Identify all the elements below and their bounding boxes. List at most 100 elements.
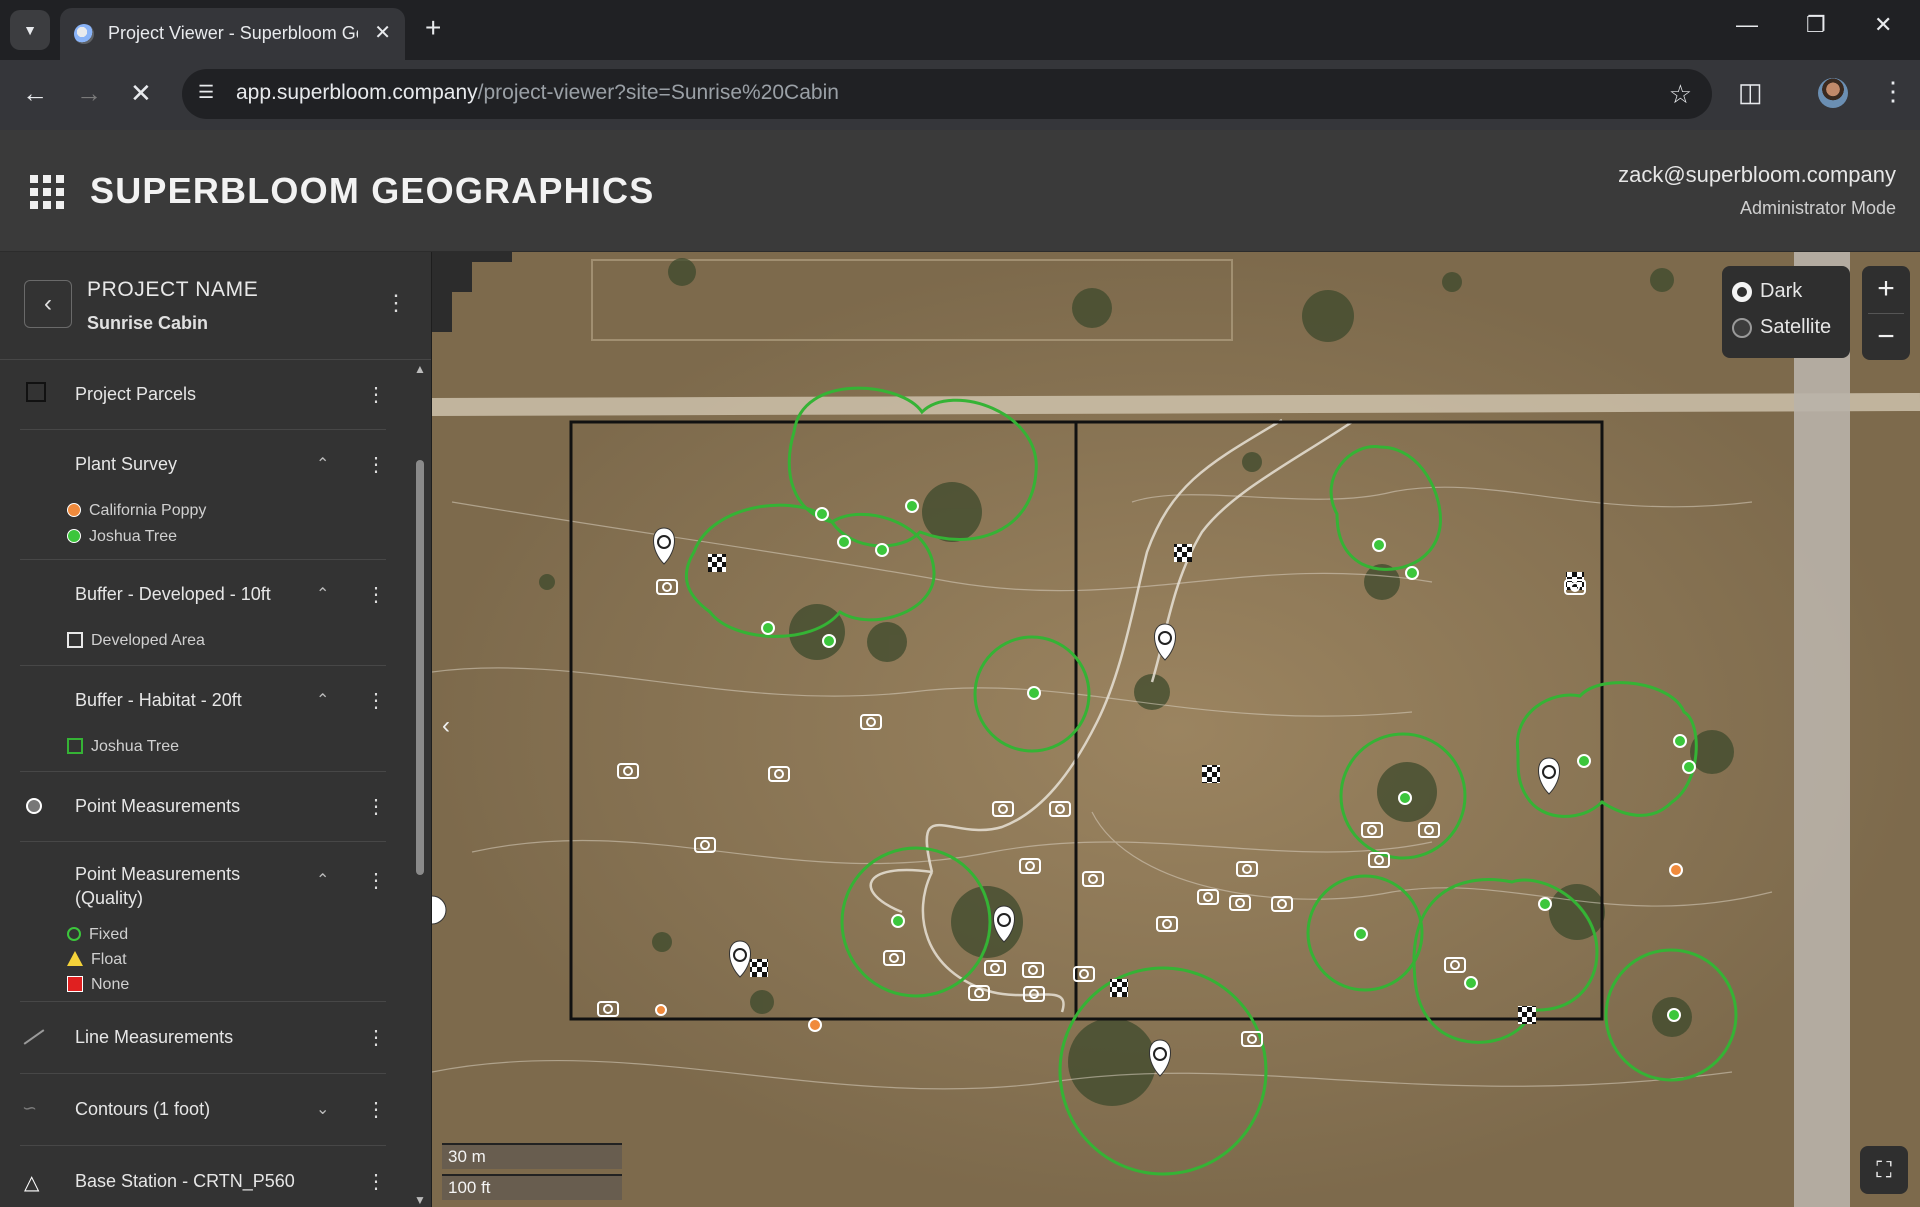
legend-float: Float bbox=[67, 951, 127, 969]
basemap-option-satellite[interactable]: Satellite bbox=[1732, 316, 1831, 339]
layer-menu-icon[interactable]: ⋮ bbox=[366, 688, 386, 713]
layer-point-measurements[interactable]: Point Measurements ⋮ bbox=[20, 772, 386, 842]
collapse-chevron-icon[interactable]: ⌃ bbox=[316, 454, 329, 474]
basemap-option-dark[interactable]: Dark bbox=[1732, 280, 1802, 303]
layer-title: Project Parcels bbox=[75, 384, 197, 404]
layer-menu-icon[interactable]: ⋮ bbox=[366, 794, 386, 819]
layer-project-parcels[interactable]: Project Parcels ⋮ bbox=[20, 360, 386, 430]
layer-base-station[interactable]: △ Base Station - CRTN_P560 ⋮ bbox=[20, 1146, 386, 1207]
layer-menu-icon[interactable]: ⋮ bbox=[366, 382, 386, 407]
layer-title: Line Measurements bbox=[75, 1027, 234, 1047]
map-canvas[interactable] bbox=[432, 252, 1920, 1207]
new-tab-button[interactable]: + bbox=[425, 12, 441, 44]
layer-title: Point Measurements (Quality) bbox=[75, 864, 241, 908]
legend-california-poppy: California Poppy bbox=[67, 502, 206, 520]
layer-contours[interactable]: ∽ Contours (1 foot) ⌄ ⋮ bbox=[20, 1074, 386, 1146]
apps-grid-icon[interactable] bbox=[30, 175, 64, 209]
contour-line-icon: ∽ bbox=[22, 1098, 38, 1118]
zoom-in-button[interactable]: + bbox=[1862, 266, 1910, 312]
layer-menu-icon[interactable]: ⋮ bbox=[366, 452, 386, 477]
url-text[interactable]: app.superbloom.company/project-viewer?si… bbox=[236, 81, 839, 105]
layer-line-measurements[interactable]: Line Measurements ⋮ bbox=[20, 1002, 386, 1074]
site-info-icon[interactable]: ☰ bbox=[198, 82, 222, 106]
basemap-switcher[interactable]: Dark Satellite bbox=[1722, 266, 1850, 358]
layer-title: Point Measurements bbox=[75, 796, 241, 816]
layer-title: Base Station - CRTN_P560 bbox=[75, 1171, 295, 1191]
user-mode: Administrator Mode bbox=[1739, 198, 1896, 218]
poppy-dot-icon bbox=[67, 503, 81, 517]
collapse-chevron-icon[interactable]: ⌃ bbox=[316, 690, 329, 710]
none-square-icon bbox=[67, 976, 83, 992]
expand-chevron-icon[interactable]: ⌄ bbox=[316, 1099, 329, 1119]
scroll-down-arrow-icon[interactable]: ▼ bbox=[414, 1193, 426, 1207]
sidebar-scrollbar[interactable]: ▲ ▼ bbox=[412, 360, 428, 1207]
window-close-button[interactable]: ✕ bbox=[1874, 12, 1892, 38]
user-email[interactable]: zack@superbloom.company bbox=[1618, 162, 1896, 188]
favicon-icon bbox=[74, 24, 94, 44]
basemap-label: Satellite bbox=[1760, 316, 1832, 338]
layer-plant-survey[interactable]: Plant Survey ⌃ ⋮ California Poppy Joshua… bbox=[20, 430, 386, 560]
layer-buffer-habitat[interactable]: Buffer - Habitat - 20ft ⌃ ⋮ Joshua Tree bbox=[20, 666, 386, 772]
back-arrow-button[interactable]: ‹ bbox=[24, 280, 72, 328]
minimize-button[interactable]: — bbox=[1736, 12, 1758, 38]
bookmark-star-icon[interactable]: ☆ bbox=[1669, 79, 1692, 110]
legend-fixed: Fixed bbox=[67, 926, 128, 944]
stop-loading-button[interactable]: ✕ bbox=[130, 78, 152, 109]
layer-menu-icon[interactable]: ⋮ bbox=[366, 1169, 386, 1194]
radio-dark-selected[interactable] bbox=[1732, 281, 1752, 302]
layer-point-quality[interactable]: Point Measurements (Quality) ⌃ ⋮ Fixed F… bbox=[20, 842, 386, 1002]
legend-label: Fixed bbox=[89, 926, 129, 943]
legend-label: California Poppy bbox=[89, 502, 207, 519]
layer-title: Plant Survey bbox=[75, 454, 178, 474]
base-station-triangle-icon: △ bbox=[24, 1172, 40, 1194]
buffer-square-icon bbox=[67, 738, 83, 754]
tab-close-icon[interactable]: ✕ bbox=[374, 20, 391, 45]
app-header: SUPERBLOOM GEOGRAPHICS zack@superbloom.c… bbox=[0, 130, 1920, 252]
layer-menu-icon[interactable]: ⋮ bbox=[366, 1025, 386, 1050]
project-menu-icon[interactable]: ⋮ bbox=[385, 290, 407, 316]
fullscreen-icon[interactable]: ⛶ bbox=[1860, 1146, 1908, 1194]
profile-avatar[interactable] bbox=[1818, 78, 1848, 108]
extensions-puzzle-icon[interactable]: ◫ bbox=[1738, 77, 1763, 108]
collapse-chevron-icon[interactable]: ⌃ bbox=[316, 870, 329, 890]
layer-menu-icon[interactable]: ⋮ bbox=[366, 868, 386, 893]
scrollbar-thumb[interactable] bbox=[416, 460, 424, 875]
scale-bar-imperial: 100 ft bbox=[442, 1174, 622, 1200]
radio-satellite[interactable] bbox=[1732, 317, 1752, 338]
legend-label: Developed Area bbox=[91, 632, 205, 649]
joshua-tree-dot-icon bbox=[67, 529, 81, 543]
tab-title: Project Viewer - Superbloom Geographics bbox=[108, 23, 358, 43]
legend-label: Float bbox=[91, 951, 127, 968]
line-icon bbox=[23, 1029, 45, 1045]
project-label: PROJECT NAME bbox=[87, 278, 259, 301]
collapse-chevron-icon[interactable]: ⌃ bbox=[316, 584, 329, 604]
browser-tab[interactable]: Project Viewer - Superbloom Geographics … bbox=[60, 8, 405, 60]
brand-title: SUPERBLOOM GEOGRAPHICS bbox=[90, 170, 655, 211]
legend-label: Joshua Tree bbox=[89, 528, 178, 545]
legend-none: None bbox=[67, 976, 129, 994]
legend-developed-area: Developed Area bbox=[67, 632, 205, 650]
url-path: /project-viewer?site=Sunrise%20Cabin bbox=[477, 81, 839, 104]
legend-label: None bbox=[91, 976, 130, 993]
address-bar[interactable]: ☰ app.superbloom.company/project-viewer?… bbox=[182, 69, 1712, 119]
legend-joshua-tree: Joshua Tree bbox=[67, 528, 177, 546]
zoom-out-button[interactable]: − bbox=[1862, 314, 1910, 360]
float-triangle-icon bbox=[67, 951, 83, 966]
back-button[interactable]: ← bbox=[22, 78, 48, 109]
project-name: Sunrise Cabin bbox=[87, 313, 209, 333]
restore-button[interactable]: ❐ bbox=[1806, 12, 1826, 38]
browser-toolbar: ← → ✕ ☰ app.superbloom.company/project-v… bbox=[0, 60, 1920, 130]
map-view[interactable]: ‹ Dark Satellite + − 30 m 100 ft ⛶ bbox=[432, 252, 1920, 1207]
collapse-sidebar-chevron-icon[interactable]: ‹ bbox=[442, 712, 450, 740]
basemap-label: Dark bbox=[1760, 280, 1803, 302]
forward-button[interactable]: → bbox=[76, 78, 102, 109]
browser-tab-bar: ▼ Project Viewer - Superbloom Geographic… bbox=[0, 0, 1920, 60]
layer-menu-icon[interactable]: ⋮ bbox=[366, 1097, 386, 1122]
legend-label: Joshua Tree bbox=[91, 738, 180, 755]
scroll-up-arrow-icon[interactable]: ▲ bbox=[414, 362, 426, 376]
point-circle-icon bbox=[26, 798, 42, 814]
tab-search-button[interactable]: ▼ bbox=[10, 10, 50, 50]
layer-menu-icon[interactable]: ⋮ bbox=[366, 582, 386, 607]
layer-buffer-developed[interactable]: Buffer - Developed - 10ft ⌃ ⋮ Developed … bbox=[20, 560, 386, 666]
browser-menu-icon[interactable]: ⋮ bbox=[1880, 76, 1906, 107]
